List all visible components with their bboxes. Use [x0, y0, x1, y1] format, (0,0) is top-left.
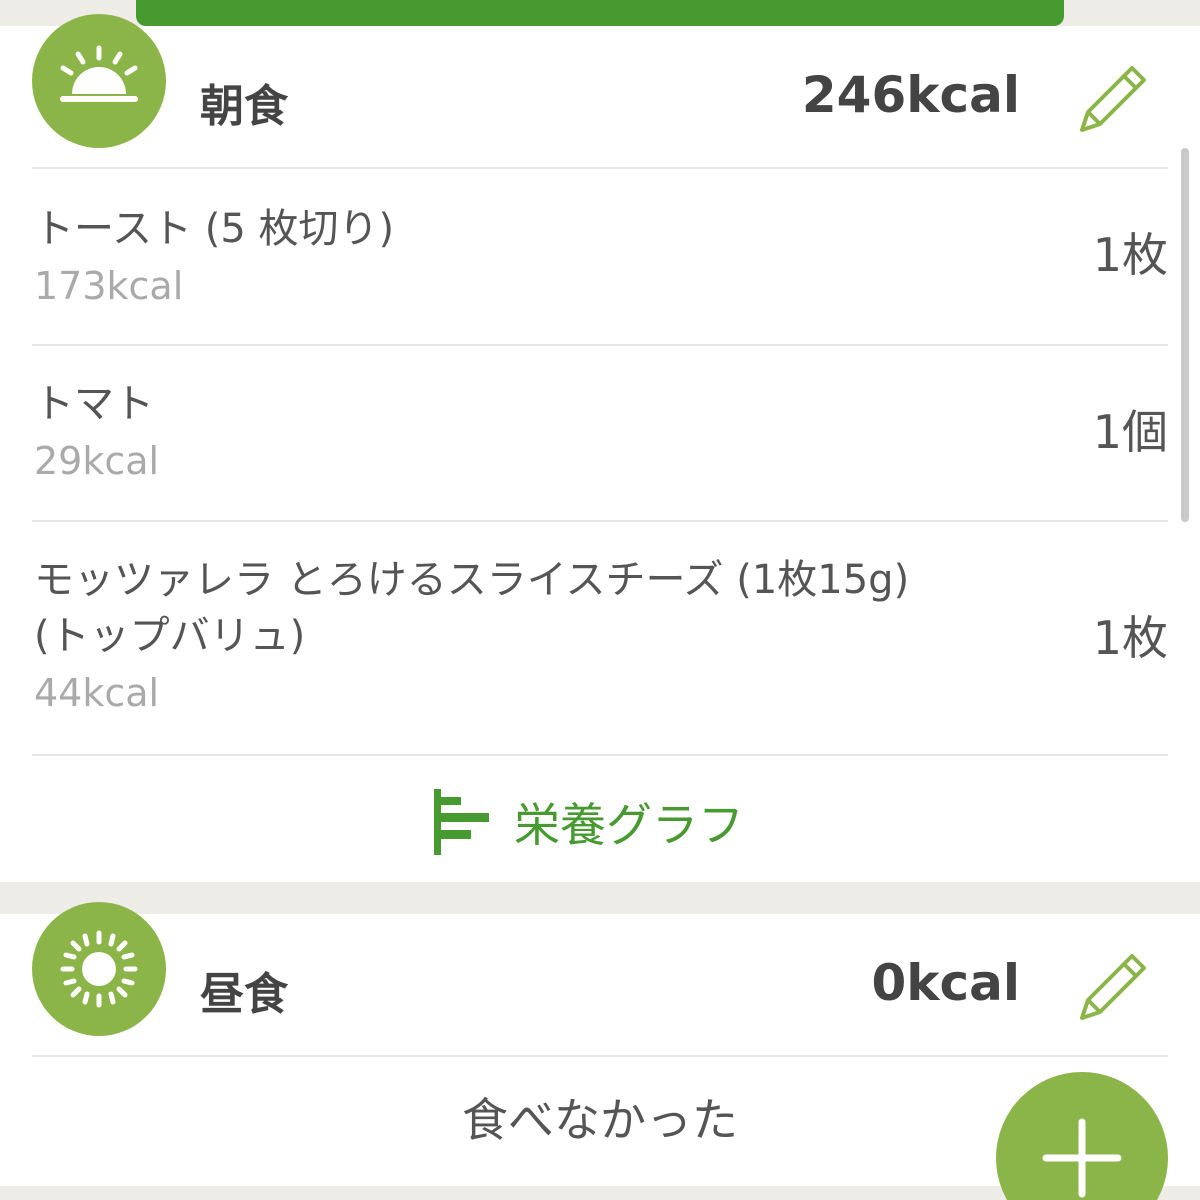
- plus-icon: [1042, 1118, 1122, 1198]
- add-button[interactable]: [996, 1072, 1168, 1200]
- food-name-line2: (トップバリュ): [34, 613, 306, 659]
- food-name-line1: モッツァレラ とろけるスライスチーズ (1枚15g): [34, 557, 910, 603]
- food-item[interactable]: トースト (5 枚切り) 173kcal 1枚: [32, 169, 1168, 345]
- sun-icon: [32, 902, 166, 1036]
- food-item[interactable]: モッツァレラ とろけるスライスチーズ (1枚15g) (トップバリュ) 44kc…: [32, 522, 1168, 754]
- food-quantity: 1枚: [1092, 228, 1168, 282]
- food-quantity: 1個: [1092, 405, 1168, 459]
- pencil-icon[interactable]: [1074, 950, 1150, 1026]
- meal-total-kcal: 246kcal: [801, 66, 1020, 124]
- divider: [32, 754, 1168, 756]
- bar-chart-icon: [434, 789, 489, 855]
- food-quantity: 1枚: [1092, 611, 1168, 665]
- food-item[interactable]: トマト 29kcal 1個: [32, 346, 1168, 520]
- food-kcal: 29kcal: [34, 439, 160, 483]
- scrollbar[interactable]: [1181, 148, 1189, 522]
- food-kcal: 44kcal: [34, 671, 160, 715]
- header-bar: [136, 0, 1064, 26]
- nutrition-graph-label: 栄養グラフ: [514, 798, 744, 852]
- food-name: トマト: [34, 381, 154, 427]
- breakfast-card: 朝食 246kcal トースト (5 枚切り) 173kcal 1枚 トマト 2…: [0, 14, 1200, 882]
- food-kcal: 173kcal: [34, 264, 184, 308]
- nutrition-graph-button[interactable]: 栄養グラフ: [434, 784, 744, 860]
- divider: [32, 1055, 1168, 1057]
- meal-title: 朝食: [200, 81, 288, 132]
- food-name: トースト (5 枚切り): [34, 206, 395, 252]
- sunrise-icon: [32, 14, 166, 148]
- meal-total-kcal: 0kcal: [871, 954, 1020, 1012]
- meal-title: 昼食: [200, 969, 288, 1020]
- pencil-icon[interactable]: [1074, 62, 1150, 138]
